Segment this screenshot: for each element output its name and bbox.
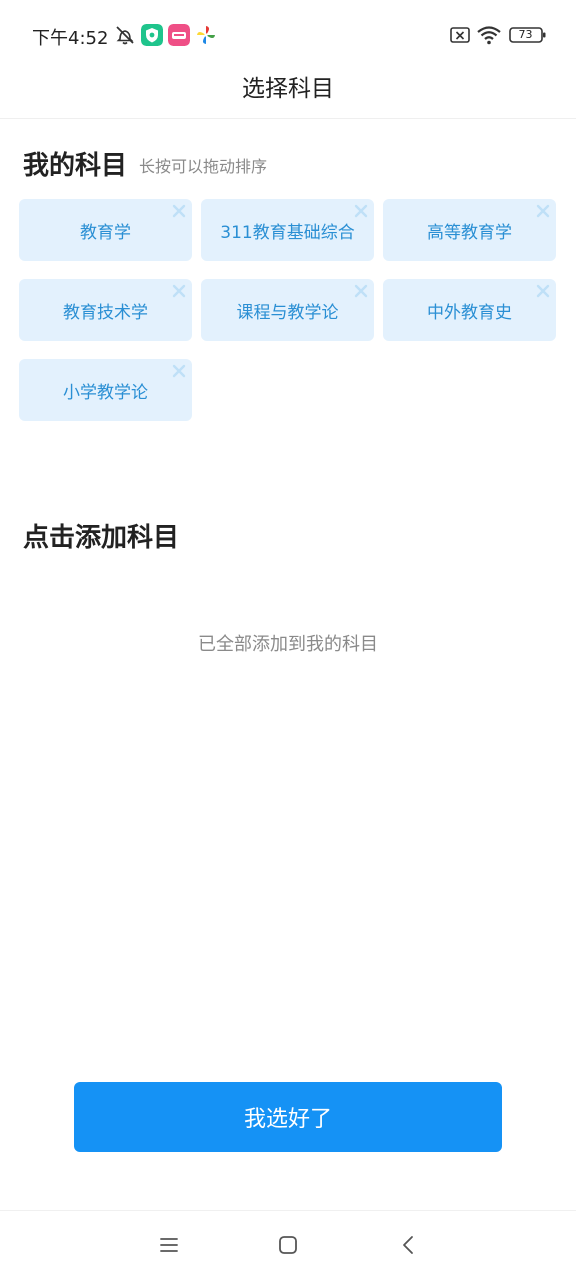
status-bar: 下午4:52 73: [0, 0, 576, 70]
alarm-off-icon: [116, 26, 134, 45]
wifi-icon: [477, 26, 501, 45]
close-icon[interactable]: [354, 284, 368, 298]
subject-chip[interactable]: 中外教育史: [383, 279, 556, 341]
system-nav-bar: [0, 1210, 576, 1281]
close-icon[interactable]: [172, 204, 186, 218]
subject-chip-label: 教育学: [80, 222, 131, 243]
pink-app-icon: [168, 24, 190, 46]
green-app-icon: [141, 24, 163, 46]
close-icon[interactable]: [536, 204, 550, 218]
subject-chip[interactable]: 小学教学论: [19, 359, 192, 421]
subject-chip-label: 小学教学论: [63, 382, 148, 403]
confirm-button[interactable]: 我选好了: [74, 1082, 502, 1152]
status-time: 下午4:52: [32, 28, 109, 49]
subject-chip[interactable]: 课程与教学论: [201, 279, 374, 341]
sim-off-icon: [450, 27, 470, 43]
add-subjects-title: 点击添加科目: [23, 523, 180, 553]
subject-chip[interactable]: 高等教育学: [383, 199, 556, 261]
subject-chip-label: 课程与教学论: [236, 302, 339, 323]
home-icon[interactable]: [277, 1234, 299, 1256]
subject-chip-label: 高等教育学: [427, 222, 512, 243]
subject-chip-label: 教育技术学: [63, 302, 148, 323]
battery-level: 73: [518, 28, 533, 41]
menu-icon[interactable]: [158, 1234, 180, 1256]
back-icon[interactable]: [398, 1234, 420, 1256]
all-added-message: 已全部添加到我的科目: [198, 634, 378, 655]
sort-hint: 长按可以拖动排序: [139, 157, 268, 176]
pinwheel-app-icon: [197, 26, 215, 44]
close-icon[interactable]: [172, 284, 186, 298]
subject-chip[interactable]: 教育学: [19, 199, 192, 261]
close-icon[interactable]: [172, 364, 186, 378]
subject-chip[interactable]: 311教育基础综合: [201, 199, 374, 261]
page-title: 选择科目: [242, 76, 334, 102]
subject-chip[interactable]: 教育技术学: [19, 279, 192, 341]
page-title-bar: 选择科目: [0, 70, 576, 119]
close-icon[interactable]: [536, 284, 550, 298]
close-icon[interactable]: [354, 204, 368, 218]
subject-chip-label: 311教育基础综合: [220, 222, 355, 243]
subject-chip-label: 中外教育史: [427, 302, 512, 323]
my-subjects-title: 我的科目: [23, 151, 128, 181]
